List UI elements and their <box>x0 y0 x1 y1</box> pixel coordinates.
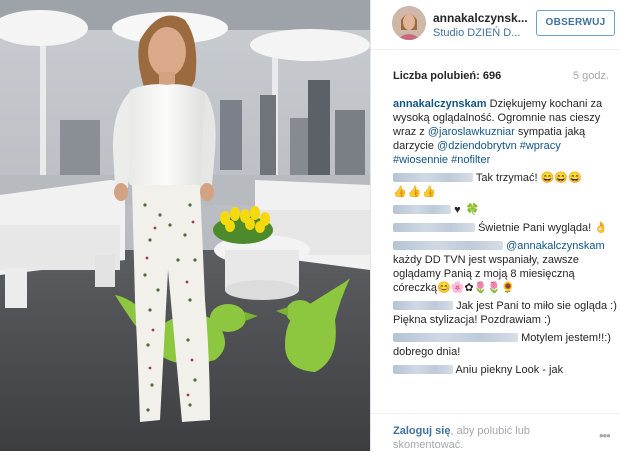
comment-text: Aniu piekny Look - jak <box>455 364 564 376</box>
comment-item: Jak jest Pani to miło sie ogląda :) Pięk… <box>393 299 617 327</box>
comment-item: Motylem jestem!!:) dobrego dnia! <box>393 331 617 359</box>
blurred-username <box>393 205 451 214</box>
caption-username[interactable]: annakalczynskam <box>393 98 487 110</box>
comment-text: Świetnie Pani wygląda! 👌 <box>478 222 608 234</box>
caption: annakalczynskam Dziękujemy kochani za wy… <box>393 97 617 167</box>
comment-item: Tak trzymać! 😄😄😄 👍👍👍 <box>393 171 617 199</box>
post-photo[interactable] <box>0 0 370 451</box>
likes-count[interactable]: Liczba polubień: 696 <box>393 70 501 82</box>
more-options-icon[interactable]: ••• <box>599 428 611 443</box>
comment-item: ♥ 🍀 <box>393 203 617 217</box>
blurred-username <box>393 241 503 250</box>
blurred-username <box>393 365 453 374</box>
caption-hashtag-1[interactable]: #wpracy <box>520 140 561 152</box>
post-stats: Liczba polubień: 696 5 godz. <box>393 70 615 82</box>
follow-button[interactable]: OBSERWUJ <box>536 10 615 36</box>
photo-illustration <box>0 0 370 451</box>
comment-item: Aniu piekny Look - jak <box>393 363 617 377</box>
login-link[interactable]: Zaloguj się <box>393 425 450 437</box>
comment-text: Tak trzymać! 😄😄😄 <box>475 172 582 184</box>
post-footer: Zaloguj się, aby polubić lub skomentować… <box>371 413 620 451</box>
blurred-username <box>393 333 518 342</box>
header-location[interactable]: Studio DZIEŃ D... <box>433 27 520 39</box>
header-username[interactable]: annakalczynsk... <box>433 11 528 25</box>
post-time[interactable]: 5 godz. <box>573 70 609 82</box>
login-prompt: Zaloguj się, aby polubić lub skomentować… <box>393 424 563 452</box>
blurred-username <box>393 301 453 310</box>
instagram-post: annakalczynsk... Studio DZIEŃ D... OBSER… <box>0 0 620 451</box>
comment-item: @annakalczynskam każdy DD TVN jest wspan… <box>393 239 617 295</box>
caption-mention-1[interactable]: @jaroslawkuzniar <box>428 126 515 138</box>
caption-mention-2[interactable]: @dziendobrytvn <box>437 140 517 152</box>
post-header: annakalczynsk... Studio DZIEŃ D... OBSER… <box>371 0 620 50</box>
blurred-username <box>393 223 475 232</box>
caption-hashtag-2[interactable]: #wiosennie <box>393 154 448 166</box>
comment-mention-continuation[interactable]: am <box>589 240 604 252</box>
comment-item: Świetnie Pani wygląda! 👌 <box>393 221 617 235</box>
comment-text: ♥ 🍀 <box>454 204 481 216</box>
comment-text: każdy DD TVN jest wspaniały, zawsze oglą… <box>393 254 580 294</box>
post-side-panel: annakalczynsk... Studio DZIEŃ D... OBSER… <box>370 0 620 451</box>
blurred-username <box>393 173 473 182</box>
comment-list: annakalczynskam Dziękujemy kochani za wy… <box>393 97 617 381</box>
caption-hashtag-3[interactable]: #nofilter <box>451 154 490 166</box>
avatar-image <box>392 6 426 40</box>
comment-emoji-prefix: 👍👍👍 <box>393 186 438 198</box>
comment-mention[interactable]: @annakalczynsk <box>506 240 589 252</box>
avatar[interactable] <box>392 6 426 40</box>
